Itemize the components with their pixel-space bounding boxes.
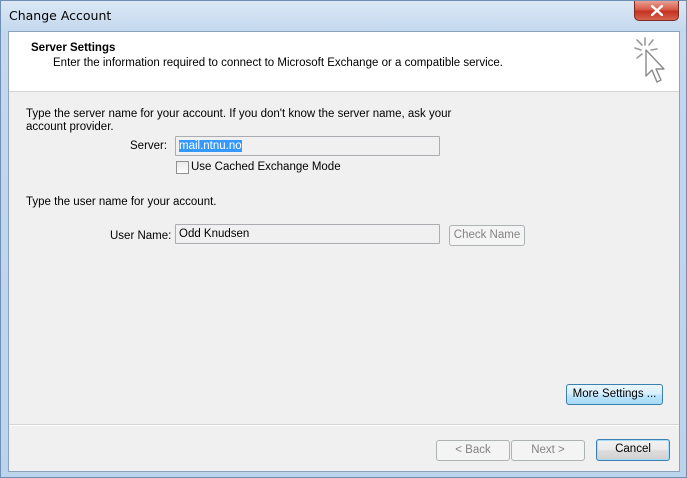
- user-name-label: User Name:: [110, 230, 172, 242]
- server-label: Server:: [130, 140, 167, 152]
- page-title: Server Settings: [31, 42, 116, 54]
- change-account-window: Change Account Server Settings Enter the…: [0, 0, 687, 478]
- footer-divider: [9, 424, 679, 426]
- server-label-text: Server:: [130, 140, 168, 152]
- server-instruction-line1: Type the server name for your account. I…: [26, 108, 452, 120]
- close-icon: [650, 5, 663, 16]
- user-name-field[interactable]: Odd Knudsen: [175, 224, 440, 244]
- cancel-button[interactable]: Cancel: [596, 439, 670, 461]
- cached-mode-label[interactable]: Use Cached Exchange Mode: [191, 161, 341, 173]
- server-instruction-line2: account provider.: [26, 121, 114, 133]
- wizard-header: Server Settings Enter the information re…: [9, 32, 679, 92]
- user-instruction: Type the user name for your account.: [26, 196, 217, 208]
- window-title: Change Account: [9, 8, 112, 23]
- more-settings-button[interactable]: More Settings ...: [566, 384, 663, 405]
- server-field[interactable]: mail.ntnu.no: [175, 136, 440, 156]
- cursor-sparkle-icon: [634, 37, 665, 83]
- next-button[interactable]: Next >: [511, 440, 585, 461]
- page-description: Enter the information required to connec…: [53, 57, 504, 69]
- cached-mode-checkbox[interactable]: [176, 161, 189, 174]
- title-bar[interactable]: Change Account: [1, 1, 686, 31]
- user-name-value: Odd Knudsen: [179, 228, 250, 240]
- server-value: mail.ntnu.no: [179, 140, 242, 152]
- close-button[interactable]: [634, 1, 679, 21]
- dialog-client-area: Server Settings Enter the information re…: [8, 31, 680, 472]
- back-button[interactable]: < Back: [436, 440, 510, 461]
- check-name-button[interactable]: Check Name: [449, 225, 525, 246]
